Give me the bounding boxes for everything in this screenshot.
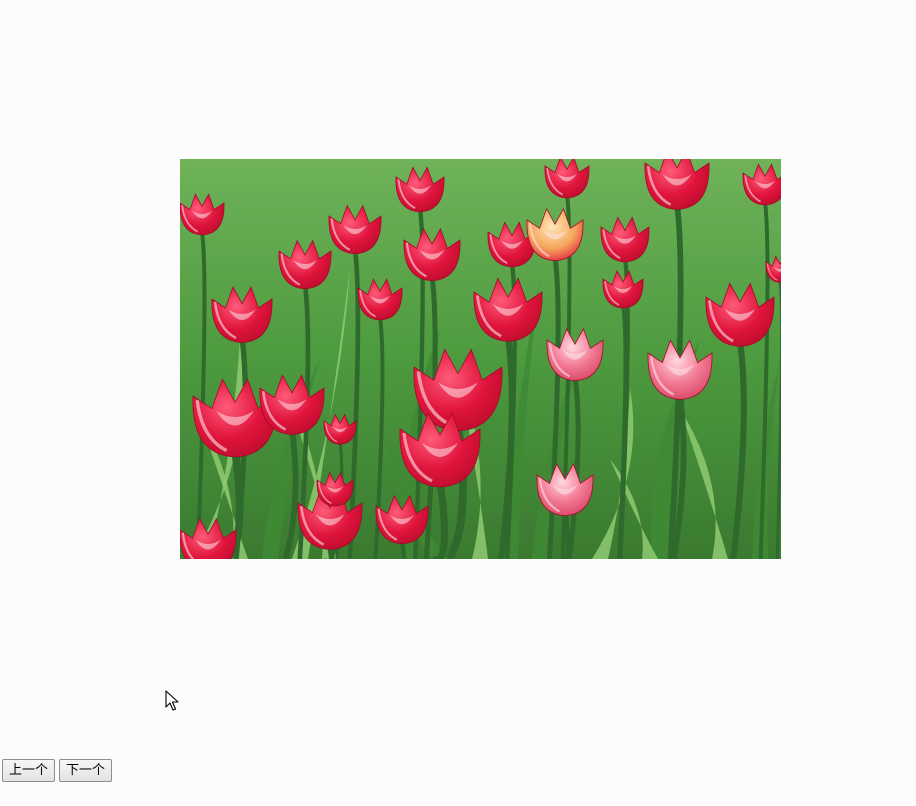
prev-button[interactable]: 上一个 [2,759,56,782]
page: 上一个 下一个 [0,0,916,806]
carousel-image [180,159,781,559]
tulip-photo [180,159,781,559]
carousel-controls: 上一个 下一个 [2,759,113,782]
next-button[interactable]: 下一个 [59,759,113,782]
arrow-cursor-icon [165,690,179,711]
